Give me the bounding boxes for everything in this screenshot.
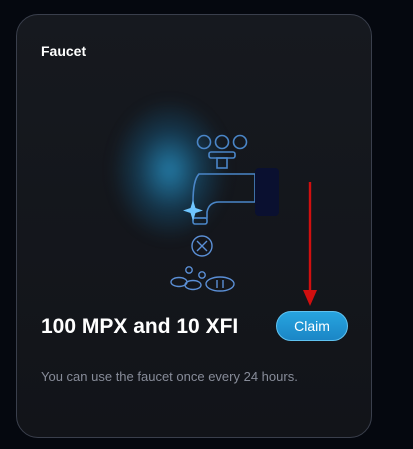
- page: Faucet 100 MPX and 10 XFI Claim You can …: [0, 0, 413, 449]
- coin-icon: [170, 235, 235, 292]
- faucet-cooldown-note: You can use the faucet once every 24 hou…: [41, 369, 298, 384]
- claim-button[interactable]: Claim: [276, 311, 348, 341]
- card-title: Faucet: [41, 43, 87, 59]
- reward-amount: 100 MPX and 10 XFI: [41, 315, 239, 338]
- faucet-illustration: [170, 134, 279, 292]
- annotation-arrow: [303, 182, 317, 306]
